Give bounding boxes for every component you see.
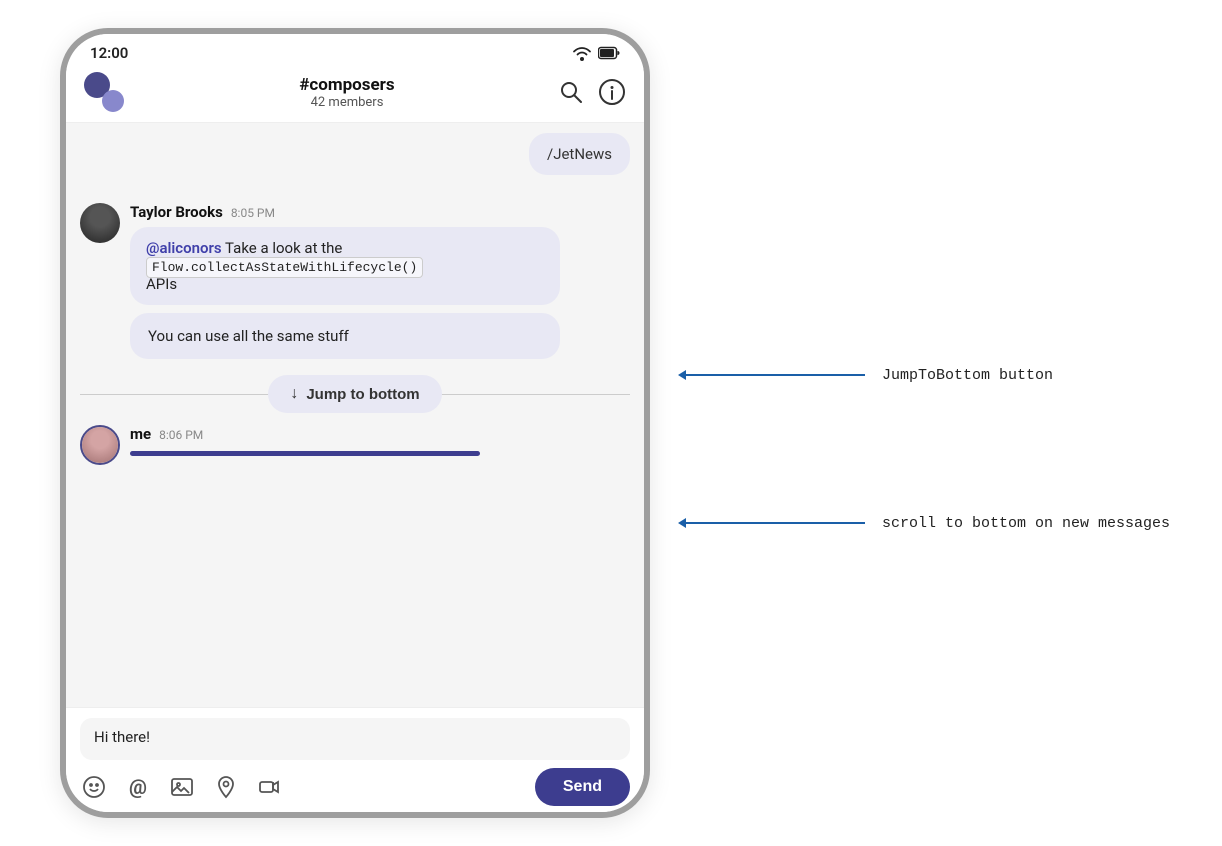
- send-button[interactable]: Send: [535, 768, 630, 806]
- taylor-message-block: Taylor Brooks 8:05 PM @aliconors Take a …: [80, 203, 630, 305]
- wifi-icon: [572, 45, 592, 61]
- input-toolbar: @: [80, 768, 630, 806]
- taylor-message-content: Taylor Brooks 8:05 PM @aliconors Take a …: [130, 203, 630, 305]
- code-snippet: Flow.collectAsStateWithLifecycle(): [146, 257, 423, 278]
- jetnews-bubble: /JetNews: [529, 133, 630, 175]
- mention-aliconors: @aliconors: [146, 239, 222, 257]
- jump-to-bottom-button[interactable]: ↓ Jump to bottom: [268, 375, 441, 413]
- status-time: 12:00: [90, 44, 128, 62]
- jump-to-bottom-row: ↓ Jump to bottom: [80, 375, 630, 413]
- phone-inner: 12:00: [66, 34, 644, 812]
- taylor-bubble-2: You can use all the same stuff: [130, 313, 560, 359]
- bubble1-text1: Take a look at the: [225, 239, 342, 257]
- taylor-avatar: [80, 203, 120, 243]
- taylor-avatar-img: [80, 203, 120, 243]
- status-bar: 12:00: [66, 34, 644, 66]
- header-title-group: #composers 42 members: [136, 75, 558, 110]
- me-time: 8:06 PM: [159, 428, 203, 442]
- scroll-arrow: [670, 508, 870, 538]
- mention-button[interactable]: @: [124, 773, 152, 801]
- me-avatar-img: [82, 427, 118, 463]
- annotations-area: JumpToBottom button scroll to bottom on …: [670, 0, 1220, 846]
- status-icons: [572, 45, 620, 61]
- jump-annotation-text: JumpToBottom button: [882, 367, 1053, 384]
- scroll-annotation: scroll to bottom on new messages: [670, 508, 1170, 538]
- jump-to-bottom-label: Jump to bottom: [306, 386, 419, 403]
- me-meta: me 8:06 PM: [130, 425, 630, 443]
- members-count: 42 members: [136, 95, 558, 110]
- header-avatar[interactable]: [84, 72, 124, 112]
- page-wrapper: 12:00: [0, 0, 1222, 846]
- bubble1-text2: APIs: [146, 275, 177, 293]
- taylor-name: Taylor Brooks: [130, 203, 223, 221]
- message-input-display[interactable]: Hi there!: [80, 718, 630, 760]
- search-icon[interactable]: [558, 79, 584, 105]
- location-button[interactable]: [212, 773, 240, 801]
- taylor-meta: Taylor Brooks 8:05 PM: [130, 203, 630, 221]
- scroll-annotation-text: scroll to bottom on new messages: [882, 515, 1170, 532]
- me-message-block: me 8:06 PM: [80, 425, 630, 465]
- header-actions: [558, 78, 626, 106]
- chat-body: /JetNews Taylor Brooks 8:05 PM @: [66, 123, 644, 707]
- channel-name: #composers: [136, 75, 558, 95]
- taylor-time: 8:05 PM: [231, 206, 275, 220]
- battery-icon: [598, 46, 620, 60]
- taylor-bubble-1: @aliconors Take a look at the Flow.colle…: [130, 227, 560, 305]
- jump-arrow-icon: ↓: [290, 385, 298, 403]
- me-name: me: [130, 425, 151, 443]
- phone-frame: 12:00: [60, 28, 650, 818]
- input-area: Hi there! @: [66, 707, 644, 812]
- info-icon[interactable]: [598, 78, 626, 106]
- app-header: #composers 42 members: [66, 66, 644, 123]
- emoji-button[interactable]: [80, 773, 108, 801]
- video-button[interactable]: [256, 773, 284, 801]
- jump-annotation: JumpToBottom button: [670, 360, 1053, 390]
- me-message-content: me 8:06 PM: [130, 425, 630, 456]
- me-message-preview: [130, 451, 480, 456]
- avatar-circle-secondary: [102, 90, 124, 112]
- me-avatar: [80, 425, 120, 465]
- jump-arrow: [670, 360, 870, 390]
- image-button[interactable]: [168, 773, 196, 801]
- jetnews-message-row: /JetNews: [80, 133, 630, 189]
